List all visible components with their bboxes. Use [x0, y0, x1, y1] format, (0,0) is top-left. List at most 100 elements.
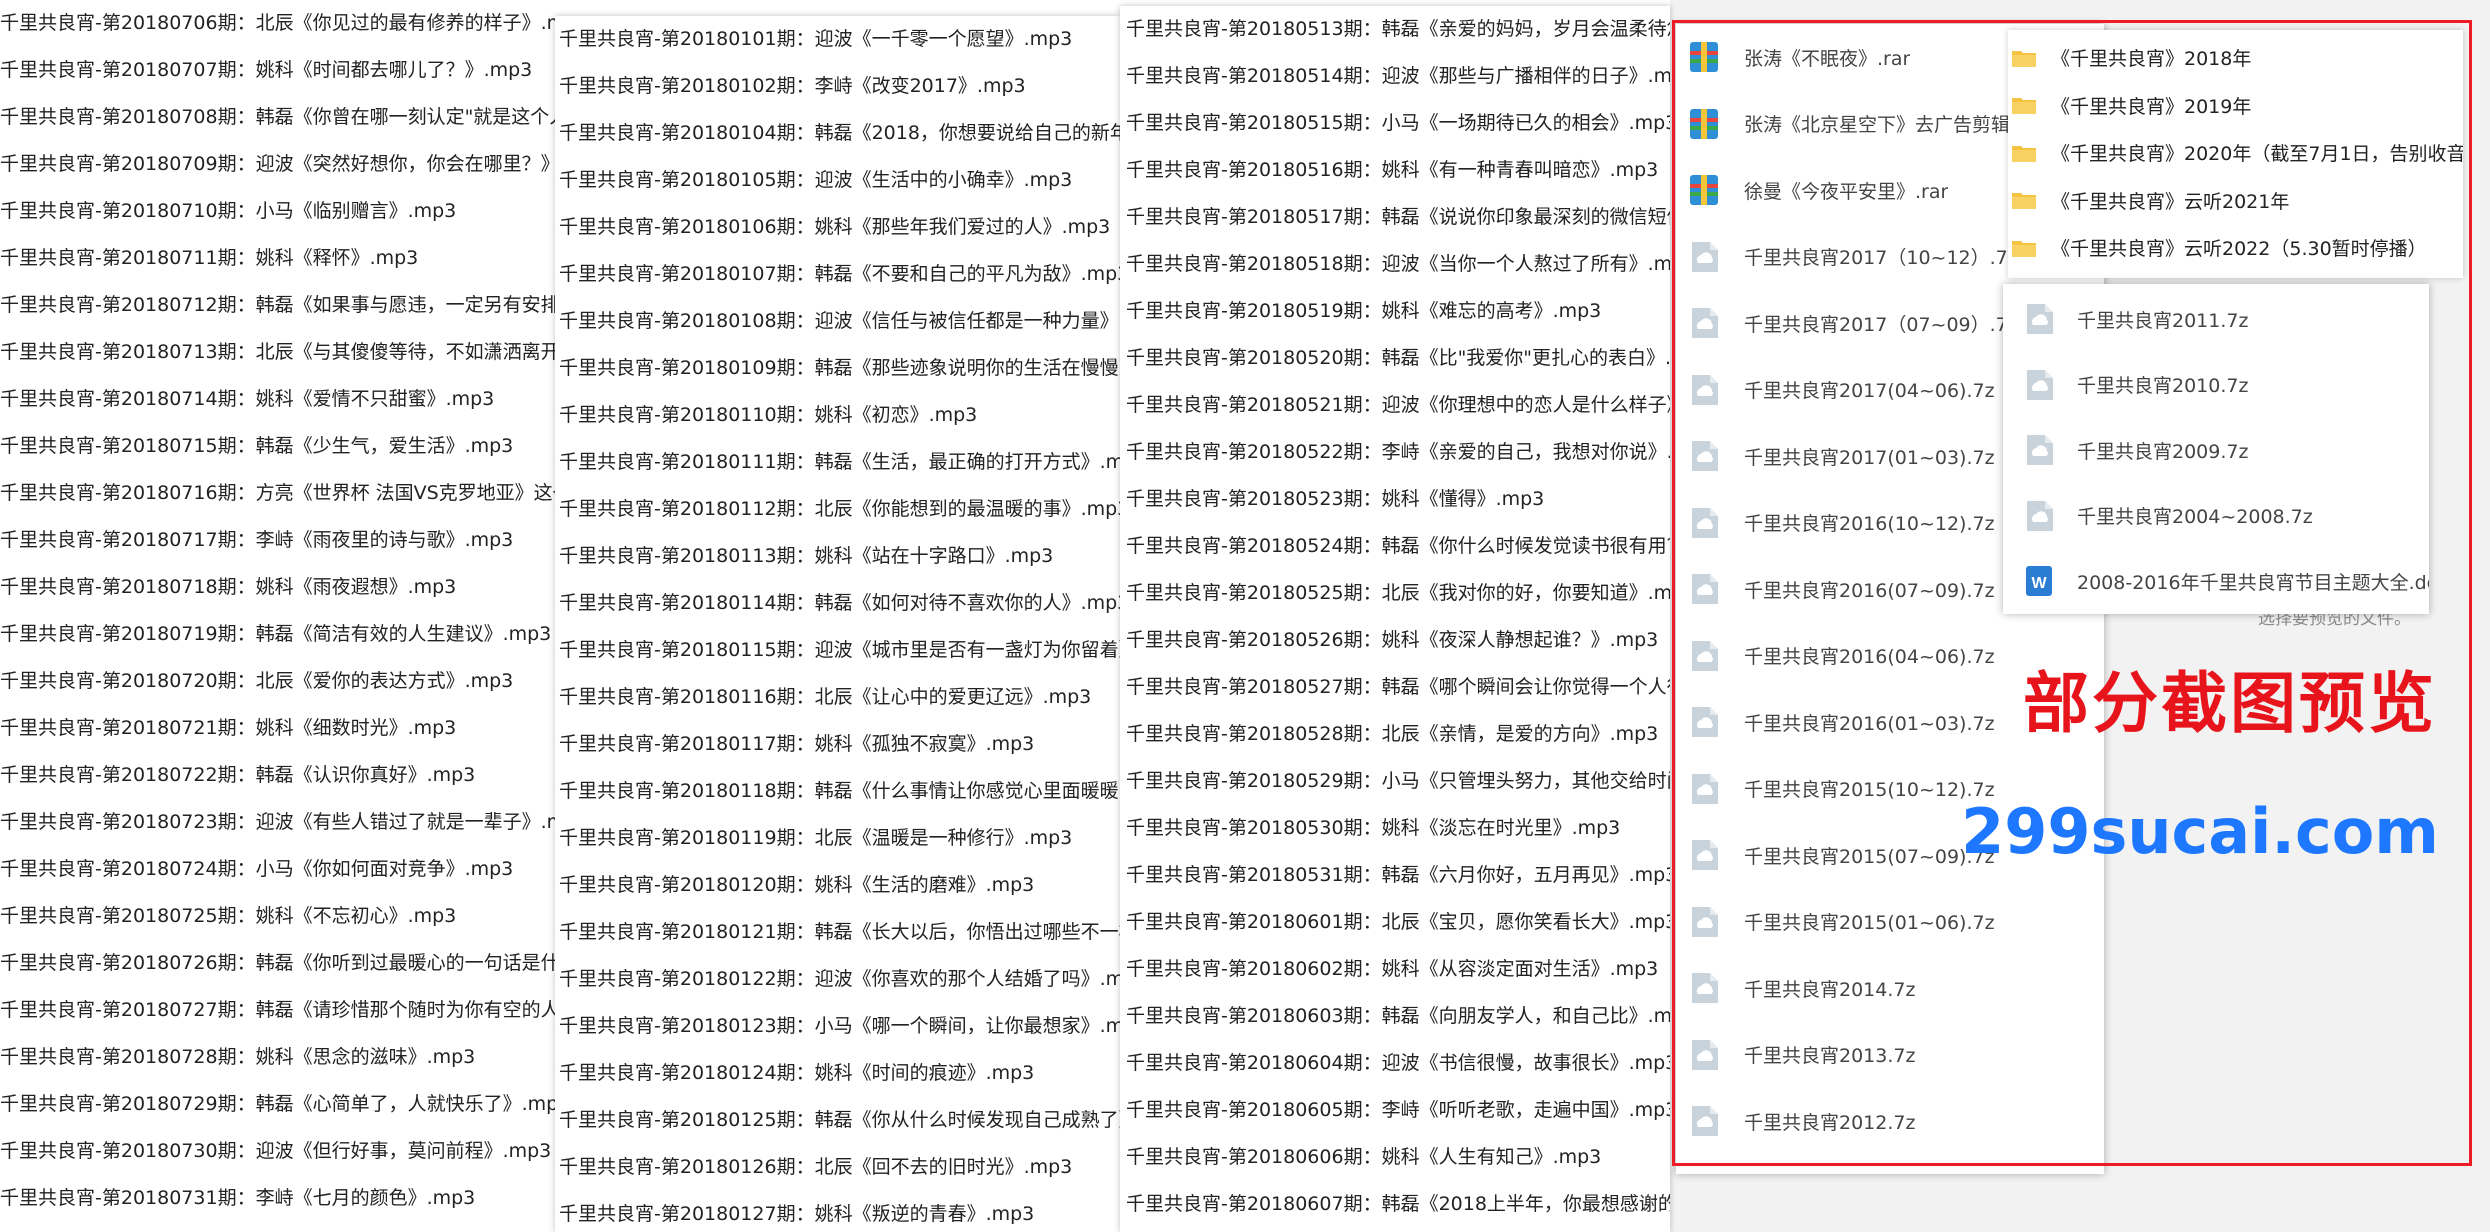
jan-file-row[interactable]: 千里共良宵-第20180123期：小马《哪一个瞬间，让你最想家》.mp3 [555, 1003, 1120, 1050]
jan-file-row[interactable]: 千里共良宵-第20180125期：韩磊《你从什么时候发现自己成熟了》.mp3 [555, 1097, 1120, 1144]
july-file-row[interactable]: 千里共良宵-第20180715期：韩磊《少生气，爱生活》.mp3 [0, 423, 555, 470]
7z-archive-icon [1688, 240, 1722, 274]
july-file-row[interactable]: 千里共良宵-第20180730期：迎波《但行好事，莫问前程》.mp3 [0, 1128, 555, 1175]
july-file-row[interactable]: 千里共良宵-第20180723期：迎波《有些人错过了就是一辈子》.mp3 [0, 799, 555, 846]
jan-file-row[interactable]: 千里共良宵-第20180116期：北辰《让心中的爱更辽远》.mp3 [555, 674, 1120, 721]
folder-row[interactable]: 《千里共良宵》2019年 [2008, 82, 2463, 129]
may-file-row[interactable]: 千里共良宵-第20180515期：小马《一场期待已久的相会》.mp3 [1120, 100, 1670, 147]
files-row[interactable]: 千里共良宵2004~2008.7z [2003, 483, 2429, 549]
july-file-row[interactable]: 千里共良宵-第20180721期：姚科《细数时光》.mp3 [0, 705, 555, 752]
may-file-row[interactable]: 千里共良宵-第20180525期：北辰《我对你的好，你要知道》.mp3 [1120, 570, 1670, 617]
may-file-row[interactable]: 千里共良宵-第20180604期：迎波《书信很慢，故事很长》.mp3 [1120, 1040, 1670, 1087]
archives-row[interactable]: 千里共良宵2014.7z [1676, 955, 2104, 1021]
jan-file-row[interactable]: 千里共良宵-第20180118期：韩磊《什么事情让你感觉心里面暖暖的？》 [555, 768, 1120, 815]
folder-row[interactable]: 《千里共良宵》2018年 [2008, 34, 2463, 81]
folder-row[interactable]: 《千里共良宵》云听2022（5.30暂时停播） [2008, 224, 2463, 271]
jan-file-row[interactable]: 千里共良宵-第20180120期：姚科《生活的磨难》.mp3 [555, 862, 1120, 909]
may-file-row[interactable]: 千里共良宵-第20180518期：迎波《当你一个人熬过了所有》.mp3 [1120, 241, 1670, 288]
7z-archive-icon [2023, 368, 2055, 402]
7z-archive-icon [1688, 772, 1722, 806]
july-file-row[interactable]: 千里共良宵-第20180713期：北辰《与其傻傻等待，不如潇洒离开》.mp3 [0, 329, 555, 376]
jan-file-row[interactable]: 千里共良宵-第20180117期：姚科《孤独不寂寞》.mp3 [555, 721, 1120, 768]
may-file-row[interactable]: 千里共良宵-第20180522期：李峙《亲爱的自己，我想对你说》.mp3 [1120, 429, 1670, 476]
folder-row[interactable]: 《千里共良宵》2020年（截至7月1日，告别收音机） [2008, 129, 2463, 176]
may-file-row[interactable]: 千里共良宵-第20180602期：姚科《从容淡定面对生活》.mp3 [1120, 946, 1670, 993]
jan-file-row[interactable]: 千里共良宵-第20180102期：李峙《改变2017》.mp3 [555, 63, 1120, 110]
7z-archive-icon [1688, 705, 1722, 739]
jan-file-row[interactable]: 千里共良宵-第20180122期：迎波《你喜欢的那个人结婚了吗》.mp3 [555, 956, 1120, 1003]
july-file-row[interactable]: 千里共良宵-第20180707期：姚科《时间都去哪儿了？》.mp3 [0, 47, 555, 94]
7z-archive-icon [1688, 1104, 1722, 1138]
jan-file-row[interactable]: 千里共良宵-第20180109期：韩磊《那些迹象说明你的生活在慢慢变好》 [555, 345, 1120, 392]
may-file-row[interactable]: 千里共良宵-第20180524期：韩磊《你什么时候发觉读书很有用？》 [1120, 523, 1670, 570]
may-file-row[interactable]: 千里共良宵-第20180603期：韩磊《向朋友学人，和自己比》.mp3 [1120, 993, 1670, 1040]
july-file-row[interactable]: 千里共良宵-第20180718期：姚科《雨夜遐想》.mp3 [0, 564, 555, 611]
folder-row[interactable]: 《千里共良宵》云听2021年 [2008, 177, 2463, 224]
july-file-row[interactable]: 千里共良宵-第20180717期：李峙《雨夜里的诗与歌》.mp3 [0, 517, 555, 564]
jan-file-row[interactable]: 千里共良宵-第20180105期：迎波《生活中的小确幸》.mp3 [555, 157, 1120, 204]
may-file-row[interactable]: 千里共良宵-第20180514期：迎波《那些与广播相伴的日子》.mp3 [1120, 53, 1670, 100]
file-list-july-2018: 千里共良宵-第20180706期：北辰《你见过的最有修养的样子》.mp3 千里共良… [0, 0, 555, 1232]
july-file-row[interactable]: 千里共良宵-第20180706期：北辰《你见过的最有修养的样子》.mp3 [0, 0, 555, 47]
may-file-row[interactable]: 千里共良宵-第20180527期：韩磊《哪个瞬间会让你觉得一个人很有魅力》 [1120, 664, 1670, 711]
jan-file-row[interactable]: 千里共良宵-第20180108期：迎波《信任与被信任都是一种力量》.mp3 [555, 298, 1120, 345]
may-file-row[interactable]: 千里共良宵-第20180528期：北辰《亲情，是爱的方向》.mp3 [1120, 711, 1670, 758]
files-row[interactable]: W 2008-2016年千里共良宵节目主题大全.docx [2003, 548, 2429, 614]
jan-file-row[interactable]: 千里共良宵-第20180124期：姚科《时间的痕迹》.mp3 [555, 1050, 1120, 1097]
jan-file-row[interactable]: 千里共良宵-第20180111期：韩磊《生活，最正确的打开方式》.mp3 [555, 439, 1120, 486]
folder-icon [2011, 190, 2037, 210]
july-file-row[interactable]: 千里共良宵-第20180716期：方亮《世界杯 法国VS克罗地亚》这一期》 [0, 470, 555, 517]
files-row[interactable]: 千里共良宵2009.7z [2003, 417, 2429, 483]
may-file-row[interactable]: 千里共良宵-第20180521期：迎波《你理想中的恋人是什么样子》.mp3 [1120, 382, 1670, 429]
may-file-row[interactable]: 千里共良宵-第20180606期：姚科《人生有知己》.mp3 [1120, 1134, 1670, 1181]
may-file-row[interactable]: 千里共良宵-第20180519期：姚科《难忘的高考》.mp3 [1120, 288, 1670, 335]
may-file-row[interactable]: 千里共良宵-第20180517期：韩磊《说说你印象最深刻的微信短信》 [1120, 194, 1670, 241]
jan-file-row[interactable]: 千里共良宵-第20180126期：北辰《回不去的旧时光》.mp3 [555, 1144, 1120, 1191]
july-file-row[interactable]: 千里共良宵-第20180719期：韩磊《简洁有效的人生建议》.mp3 [0, 611, 555, 658]
archives-row[interactable]: 千里共良宵2013.7z [1676, 1022, 2104, 1088]
july-file-row[interactable]: 千里共良宵-第20180708期：韩磊《你曾在哪一刻认定"就是这个人了" [0, 94, 555, 141]
jan-file-row[interactable]: 千里共良宵-第20180107期：韩磊《不要和自己的平凡为敌》.mp3 [555, 251, 1120, 298]
may-file-row[interactable]: 千里共良宵-第20180520期：韩磊《比"我爱你"更扎心的表白》.mp3 [1120, 335, 1670, 382]
may-file-row[interactable]: 千里共良宵-第20180601期：北辰《宝贝，愿你笑看长大》.mp3 [1120, 899, 1670, 946]
july-file-row[interactable]: 千里共良宵-第20180720期：北辰《爱你的表达方式》.mp3 [0, 658, 555, 705]
may-file-row[interactable]: 千里共良宵-第20180526期：姚科《夜深人静想起谁？》.mp3 [1120, 617, 1670, 664]
july-file-row[interactable]: 千里共良宵-第20180724期：小马《你如何面对竞争》.mp3 [0, 846, 555, 893]
may-file-row[interactable]: 千里共良宵-第20180530期：姚科《淡忘在时光里》.mp3 [1120, 805, 1670, 852]
jan-file-row[interactable]: 千里共良宵-第20180114期：韩磊《如何对待不喜欢你的人》.mp3 [555, 580, 1120, 627]
jan-file-row[interactable]: 千里共良宵-第20180127期：姚科《叛逆的青春》.mp3 [555, 1191, 1120, 1232]
jan-file-row[interactable]: 千里共良宵-第20180101期：迎波《一千零一个愿望》.mp3 [555, 16, 1120, 63]
files-row[interactable]: 千里共良宵2011.7z [2003, 286, 2429, 352]
may-file-row[interactable]: 千里共良宵-第20180513期：韩磊《亲爱的妈妈，岁月会温柔待您》 [1120, 6, 1670, 53]
may-file-row[interactable]: 千里共良宵-第20180607期：韩磊《2018上半年，你最想感谢的人是谁？》.… [1120, 1181, 1670, 1228]
july-file-row[interactable]: 千里共良宵-第20180727期：韩磊《请珍惜那个随时为你有空的人》.mp3 [0, 987, 555, 1034]
jan-file-row[interactable]: 千里共良宵-第20180113期：姚科《站在十字路口》.mp3 [555, 533, 1120, 580]
jan-file-row[interactable]: 千里共良宵-第20180110期：姚科《初恋》.mp3 [555, 392, 1120, 439]
july-file-row[interactable]: 千里共良宵-第20180726期：韩磊《你听到过最暖心的一句话是什么？》 [0, 940, 555, 987]
jan-file-row[interactable]: 千里共良宵-第20180112期：北辰《你能想到的最温暖的事》.mp3 [555, 486, 1120, 533]
files-row[interactable]: 千里共良宵2010.7z [2003, 352, 2429, 418]
archives-label: 千里共良宵2016(07~09).7z [1744, 579, 1995, 602]
july-file-row[interactable]: 千里共良宵-第20180712期：韩磊《如果事与愿违，一定另有安排》.mp3 [0, 282, 555, 329]
may-file-row[interactable]: 千里共良宵-第20180531期：韩磊《六月你好，五月再见》.mp3 [1120, 852, 1670, 899]
may-file-row[interactable]: 千里共良宵-第20180523期：姚科《懂得》.mp3 [1120, 476, 1670, 523]
july-file-row[interactable]: 千里共良宵-第20180731期：李峙《七月的颜色》.mp3 [0, 1175, 555, 1222]
jan-file-row[interactable]: 千里共良宵-第20180115期：迎波《城市里是否有一盏灯为你留着》.mp3 [555, 627, 1120, 674]
july-file-row[interactable]: 千里共良宵-第20180710期：小马《临别赠言》.mp3 [0, 188, 555, 235]
jan-file-row[interactable]: 千里共良宵-第20180119期：北辰《温暖是一种修行》.mp3 [555, 815, 1120, 862]
may-file-row[interactable]: 千里共良宵-第20180529期：小马《只管埋头努力，其他交给时间》 [1120, 758, 1670, 805]
july-file-row[interactable]: 千里共良宵-第20180729期：韩磊《心简单了，人就快乐了》.mp3 [0, 1081, 555, 1128]
july-file-row[interactable]: 千里共良宵-第20180714期：姚科《爱情不只甜蜜》.mp3 [0, 376, 555, 423]
july-file-row[interactable]: 千里共良宵-第20180709期：迎波《突然好想你，你会在哪里？》.mp3 [0, 141, 555, 188]
jan-file-row[interactable]: 千里共良宵-第20180121期：韩磊《长大以后，你悟出过哪些不一样的道理》 [555, 909, 1120, 956]
jan-file-row[interactable]: 千里共良宵-第20180106期：姚科《那些年我们爱过的人》.mp3 [555, 204, 1120, 251]
may-file-row[interactable]: 千里共良宵-第20180605期：李峙《听听老歌，走遍中国》.mp3 [1120, 1087, 1670, 1134]
may-file-row[interactable]: 千里共良宵-第20180516期：姚科《有一种青春叫暗恋》.mp3 [1120, 147, 1670, 194]
archives-row[interactable]: 千里共良宵2012.7z [1676, 1088, 2104, 1154]
july-file-row[interactable]: 千里共良宵-第20180722期：韩磊《认识你真好》.mp3 [0, 752, 555, 799]
archives-row[interactable]: 千里共良宵2015(01~06).7z [1676, 889, 2104, 955]
july-file-row[interactable]: 千里共良宵-第20180725期：姚科《不忘初心》.mp3 [0, 893, 555, 940]
july-file-row[interactable]: 千里共良宵-第20180711期：姚科《释怀》.mp3 [0, 235, 555, 282]
july-file-row[interactable]: 千里共良宵-第20180728期：姚科《思念的滋味》.mp3 [0, 1034, 555, 1081]
jan-file-row[interactable]: 千里共良宵-第20180104期：韩磊《2018，你想要说给自己的新年愿望》 [555, 110, 1120, 157]
